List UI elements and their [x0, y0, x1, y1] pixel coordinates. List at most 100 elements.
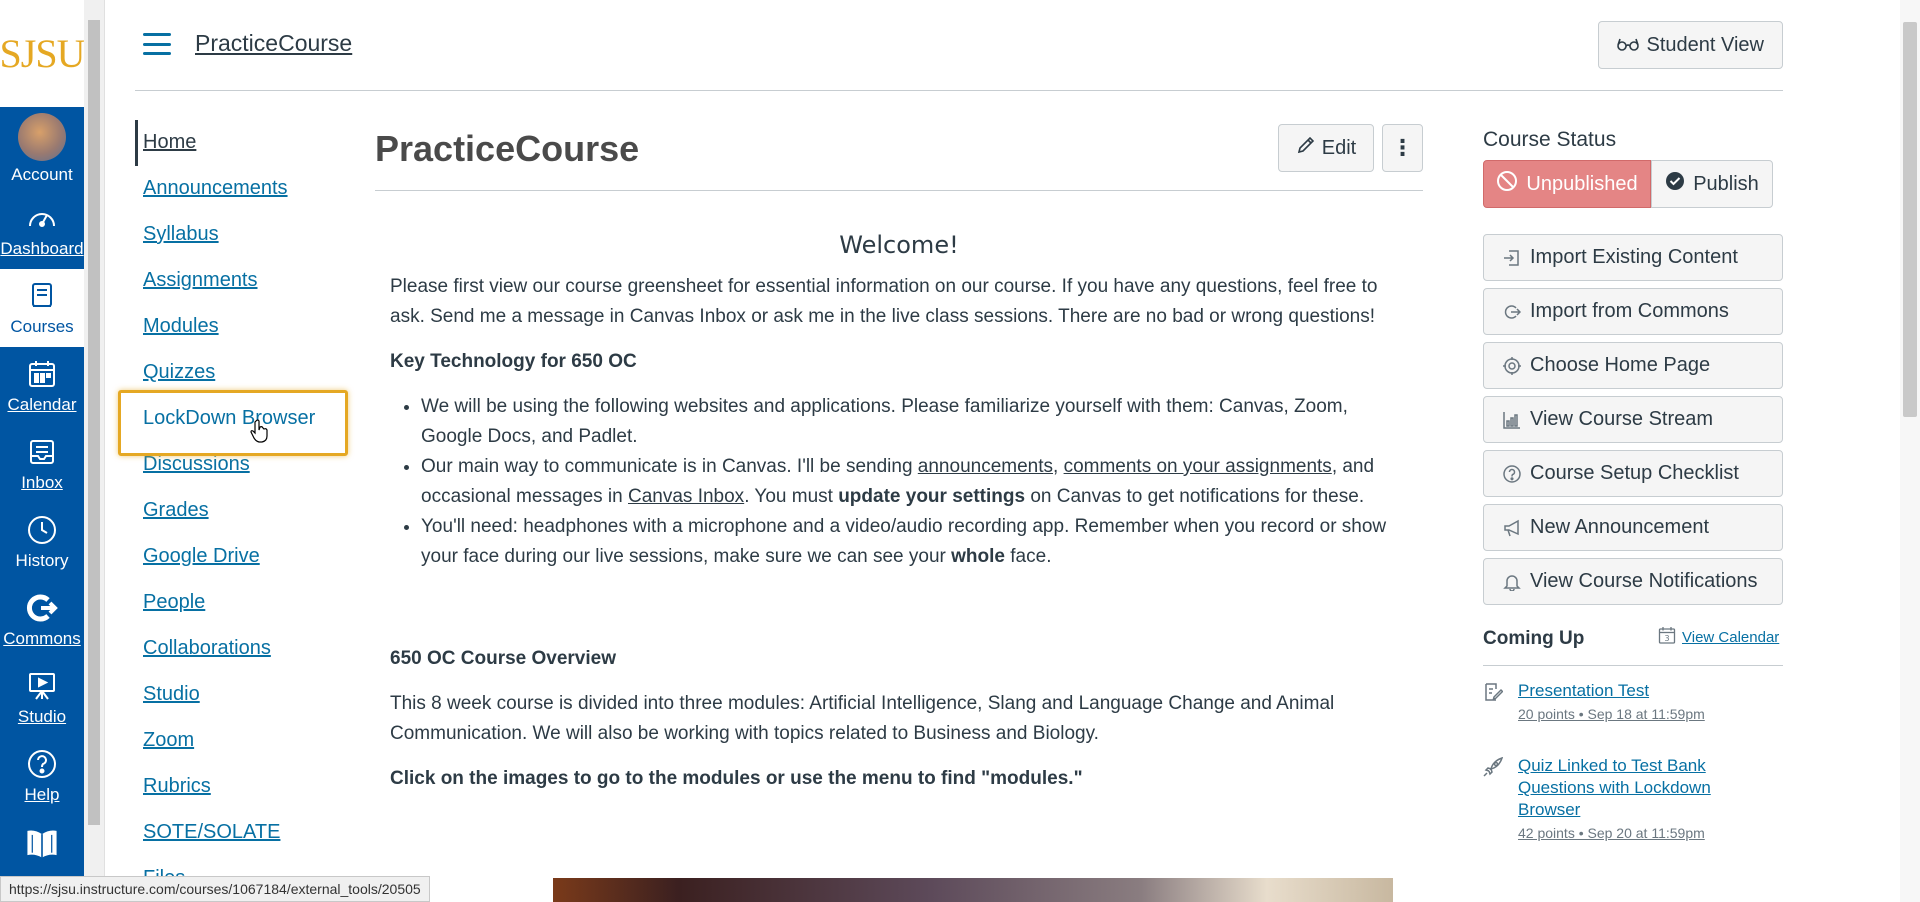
- bell-icon: [1502, 572, 1522, 592]
- gnav-book[interactable]: [0, 815, 84, 875]
- course-nav-zoom[interactable]: Zoom: [143, 729, 194, 752]
- pencil-icon: [1296, 135, 1316, 161]
- breadcrumb-course[interactable]: PracticeCourse: [195, 30, 352, 57]
- question-circle-icon: [1502, 464, 1522, 484]
- gnav-calendar-label: Calendar: [7, 395, 77, 414]
- nav-scrollbar-thumb[interactable]: [88, 20, 100, 825]
- publish-label: Publish: [1693, 172, 1759, 195]
- gnav-inbox[interactable]: Inbox: [0, 425, 84, 503]
- course-nav-google-drive[interactable]: Google Drive: [143, 545, 260, 568]
- course-nav-quizzes[interactable]: Quizzes: [143, 361, 215, 384]
- course-nav-home[interactable]: Home: [143, 131, 196, 154]
- announcements-link[interactable]: announcements: [918, 456, 1053, 477]
- avatar: [18, 113, 66, 161]
- publish-button[interactable]: Publish: [1651, 160, 1773, 208]
- edit-button[interactable]: Edit: [1278, 124, 1374, 172]
- event-title-link[interactable]: Quiz Linked to Test Bank Questions with …: [1518, 755, 1748, 821]
- course-nav-discussions[interactable]: Discussions: [143, 453, 250, 476]
- welcome-heading: Welcome!: [839, 231, 959, 259]
- view-calendar-label: View Calendar: [1682, 628, 1780, 646]
- list-item: You'll need: headphones with a microphon…: [421, 512, 1408, 572]
- course-status-heading: Course Status: [1483, 128, 1617, 151]
- course-setup-checklist-button[interactable]: Course Setup Checklist: [1483, 450, 1783, 497]
- button-label: View Course Notifications: [1530, 570, 1758, 592]
- view-course-stream-button[interactable]: View Course Stream: [1483, 396, 1783, 443]
- page-scrollbar-thumb[interactable]: [1903, 22, 1917, 417]
- canvas-inbox-link[interactable]: Canvas Inbox: [628, 486, 744, 507]
- gnav-courses[interactable]: Courses: [0, 269, 84, 347]
- unpublished-icon: [1496, 170, 1518, 198]
- active-indicator: [135, 120, 138, 166]
- gnav-commons[interactable]: Commons: [0, 581, 84, 659]
- rocket-icon: [1483, 756, 1504, 777]
- list-item: We will be using the following websites …: [421, 392, 1408, 452]
- course-nav-sote-solate[interactable]: SOTE/SOLATE: [143, 821, 280, 844]
- gnav-studio-label: Studio: [17, 707, 67, 726]
- page-scrollbar[interactable]: [1900, 0, 1920, 902]
- more-options-button[interactable]: ⋮: [1382, 124, 1423, 172]
- sjsu-logo[interactable]: SJSU: [0, 0, 85, 107]
- import-existing-content-button[interactable]: Import Existing Content: [1483, 234, 1783, 281]
- view-course-notifications-button[interactable]: View Course Notifications: [1483, 558, 1783, 605]
- overview-heading: 650 OC Course Overview: [390, 648, 616, 669]
- import-from-commons-button[interactable]: Import from Commons: [1483, 288, 1783, 335]
- new-announcement-button[interactable]: New Announcement: [1483, 504, 1783, 551]
- course-nav-assignments[interactable]: Assignments: [143, 269, 258, 292]
- studio-icon: [25, 669, 59, 703]
- inbox-icon: [25, 435, 59, 469]
- view-calendar-link[interactable]: 3 View Calendar: [1658, 626, 1779, 648]
- module-banner-image[interactable]: [553, 878, 1393, 902]
- comments-link[interactable]: comments on your assignments: [1064, 456, 1332, 477]
- coming-up-divider: [1483, 665, 1783, 666]
- check-circle-icon: [1665, 171, 1685, 197]
- student-view-label: Student View: [1646, 33, 1765, 56]
- browser-status-url: https://sjsu.instructure.com/courses/106…: [0, 876, 430, 902]
- overview-paragraph: This 8 week course is divided into three…: [390, 693, 1335, 744]
- course-nav-studio[interactable]: Studio: [143, 683, 200, 706]
- course-nav-grades[interactable]: Grades: [143, 499, 209, 522]
- key-tech-list: We will be using the following websites …: [421, 392, 1408, 572]
- course-nav-announcements[interactable]: Announcements: [143, 177, 288, 200]
- gnav-commons-label: Commons: [3, 629, 81, 648]
- nav-scrollbar[interactable]: [84, 0, 105, 902]
- course-nav-syllabus[interactable]: Syllabus: [143, 223, 219, 246]
- gnav-calendar[interactable]: Calendar: [0, 347, 84, 425]
- help-icon: [25, 747, 59, 781]
- choose-home-page-button[interactable]: Choose Home Page: [1483, 342, 1783, 389]
- course-nav-rubrics[interactable]: Rubrics: [143, 775, 211, 798]
- event-meta: 42 points • Sep 20 at 11:59pm: [1518, 825, 1705, 841]
- gnav-history-label: History: [15, 551, 69, 570]
- course-nav-modules[interactable]: Modules: [143, 315, 219, 338]
- button-label: View Course Stream: [1530, 408, 1714, 430]
- button-label: Choose Home Page: [1530, 354, 1711, 376]
- page-body: Welcome! Please first view our course gr…: [390, 230, 1408, 809]
- unpublished-button[interactable]: Unpublished: [1483, 160, 1651, 208]
- open-book-icon: [25, 826, 59, 860]
- history-icon: [25, 513, 59, 547]
- course-nav-people[interactable]: People: [143, 591, 205, 614]
- intro-paragraph: Please first view our course greensheet …: [390, 276, 1378, 327]
- gnav-help-label: Help: [24, 785, 60, 804]
- gnav-dashboard-label: Dashboard: [0, 239, 84, 258]
- gnav-dashboard[interactable]: Dashboard: [0, 191, 84, 269]
- button-label: Import from Commons: [1530, 300, 1729, 322]
- gnav-account[interactable]: Account: [0, 107, 84, 191]
- list-item: Our main way to communicate is in Canvas…: [421, 452, 1408, 512]
- student-view-button[interactable]: Student View: [1597, 21, 1783, 69]
- key-tech-heading: Key Technology for 650 OC: [390, 351, 637, 372]
- hamburger-menu-icon[interactable]: [143, 33, 171, 55]
- unpublished-label: Unpublished: [1526, 172, 1638, 195]
- logo-text: SJSU: [0, 31, 85, 76]
- gnav-courses-label: Courses: [10, 317, 74, 336]
- gnav-account-label: Account: [11, 165, 73, 184]
- gnav-help[interactable]: Help: [0, 737, 84, 815]
- gnav-history[interactable]: History: [0, 503, 84, 581]
- event-title-link[interactable]: Presentation Test: [1518, 680, 1748, 702]
- event-meta: 20 points • Sep 18 at 11:59pm: [1518, 706, 1705, 722]
- title-divider: [375, 190, 1423, 191]
- course-nav-collaborations[interactable]: Collaborations: [143, 637, 271, 660]
- global-nav: SJSU Account Dashboard Courses Calendar …: [0, 0, 85, 902]
- gnav-studio[interactable]: Studio: [0, 659, 84, 737]
- import-icon: [1502, 248, 1522, 268]
- assignment-icon: [1483, 682, 1504, 702]
